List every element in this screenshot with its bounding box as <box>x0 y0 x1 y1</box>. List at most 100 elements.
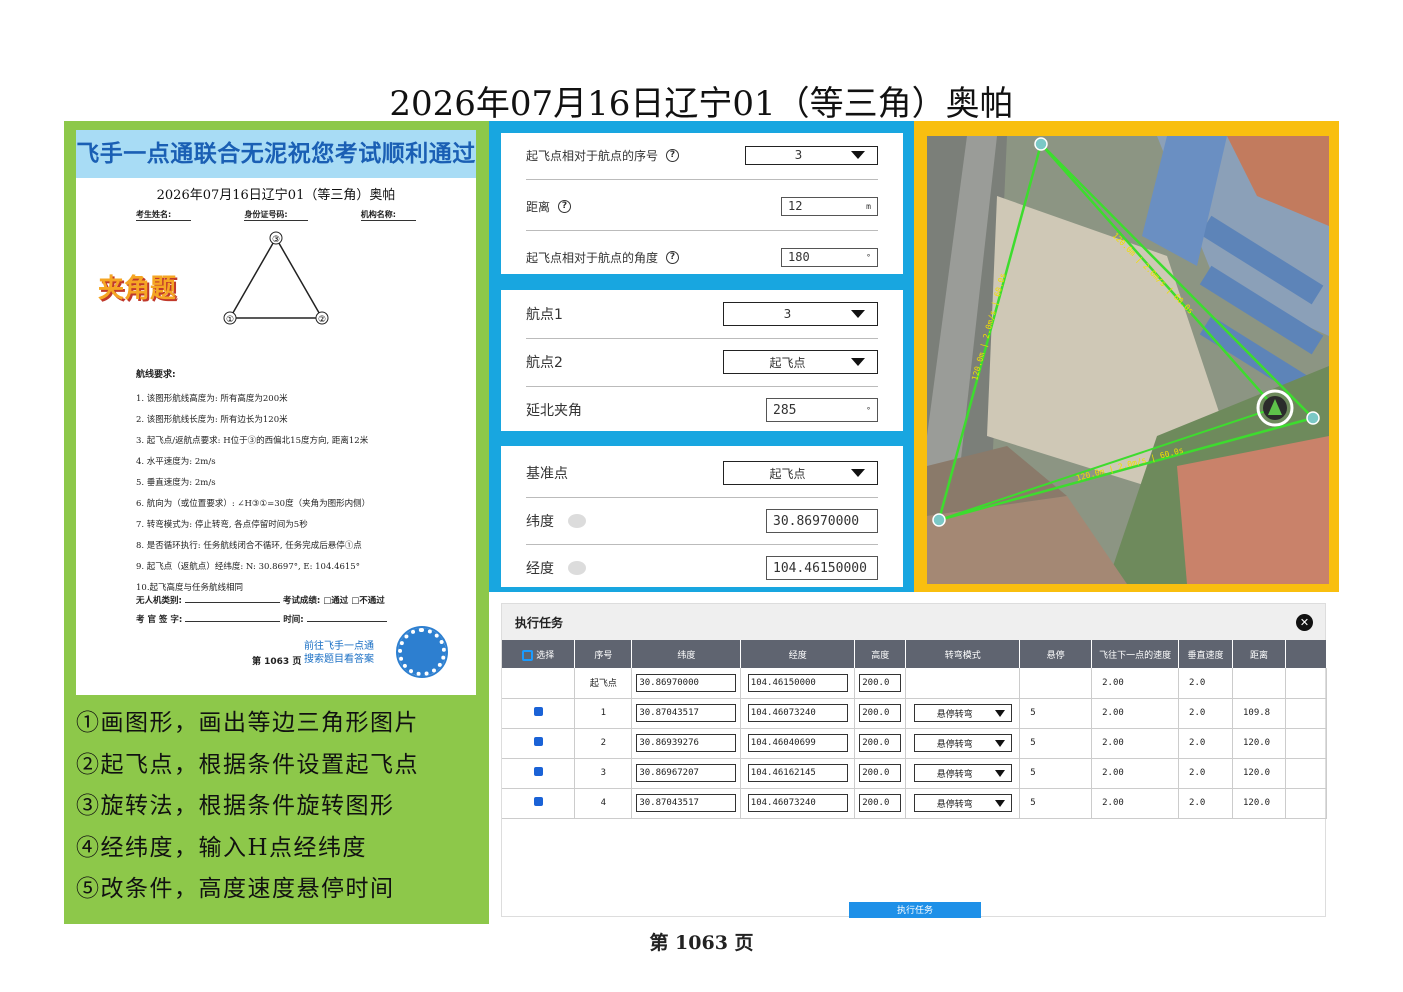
cell-dist <box>1232 668 1286 699</box>
waypoint-marker[interactable] <box>932 513 946 527</box>
base-value: 起飞点 <box>769 466 806 481</box>
execute-task-button[interactable]: 执行任务 <box>849 902 981 918</box>
lon-cell-input[interactable]: 104.46040699 <box>747 734 848 752</box>
requirement-item: 9. 起飞点（返航点）经纬度: N: 30.8697°, E: 104.4615… <box>136 562 360 572</box>
tri-label-2: ② <box>318 315 326 325</box>
cell-vspeed: 2.0 <box>1178 758 1233 789</box>
lat-label: 纬度 <box>526 514 554 530</box>
dialog-header: 执行任务 ✕ <box>502 604 1325 640</box>
field-id: 身份证号码: <box>244 209 308 221</box>
help-icon[interactable]: ? <box>666 148 680 162</box>
requirements-list: 1. 该图形航线高度为: 所有高度为200米 2. 该图形航线长度为: 所有边长… <box>136 389 466 599</box>
table-row: 2 30.86939276 104.46040699 200.0 悬停转弯 5 … <box>502 728 1328 759</box>
cell-vspeed: 2.0 <box>1178 788 1233 819</box>
chevron-down-icon <box>851 469 865 477</box>
help-icon[interactable]: ? <box>666 250 680 264</box>
requirement-item: 4. 水平速度为: 2m/s <box>136 457 216 467</box>
north-angle-unit: ° <box>866 405 871 415</box>
execute-task-dialog: 执行任务 ✕ 选择 序号 纬度 经度 高度 转弯模式 悬停 飞往下一点的速度 垂… <box>501 603 1328 918</box>
seq-value: 3 <box>794 148 803 162</box>
lat-cell-input[interactable]: 30.86970000 <box>636 673 737 692</box>
angle-input[interactable]: 180 ° <box>781 247 878 267</box>
exam-subtitle: 2026年07月16日辽宁01（等三角）奥帕 <box>156 188 396 203</box>
question-type-stamp: 夹角题 <box>98 274 177 304</box>
seq-label: 起飞点相对于航点的序号 <box>526 148 659 163</box>
select-all-checkbox[interactable] <box>522 649 534 661</box>
distance-input[interactable]: 12 m <box>781 196 878 216</box>
waypoint-marker[interactable] <box>1306 411 1320 425</box>
lat-cell-input[interactable]: 30.86967207 <box>636 764 737 782</box>
lat-input[interactable]: 30.86970000 <box>766 509 878 533</box>
waypoint-marker[interactable] <box>1034 137 1048 151</box>
row-checkbox[interactable] <box>533 767 543 776</box>
help-icon[interactable]: ? <box>558 199 572 213</box>
cell-dist: 109.8 <box>1232 698 1286 729</box>
examiner-sign-label: 考 官 签 字: <box>136 615 183 625</box>
turn-mode-select[interactable]: 悬停转弯 <box>913 704 1012 722</box>
exam-fields: 考生姓名: 身份证号码: 机构名称: <box>76 209 476 221</box>
north-angle-row: 延北夹角 285 ° <box>526 398 878 422</box>
alt-cell-input[interactable]: 200.0 <box>859 673 902 692</box>
north-angle-label: 延北夹角 <box>526 403 582 419</box>
turn-mode-select[interactable]: 悬停转弯 <box>913 794 1012 812</box>
exam-sheet: 飞手一点通联合无泥祝您考试顺利通过 2026年07月16日辽宁01（等三角）奥帕… <box>76 130 476 695</box>
table-row: 4 30.87043517 104.46073240 200.0 悬停转弯 5 … <box>502 788 1328 819</box>
map-canvas: 120.0m | 2.0m/s | 60.0s 120.0m | 2.0m/s … <box>927 136 1329 584</box>
requirement-item: 1. 该图形航线高度为: 所有高度为200米 <box>136 394 288 404</box>
lon-cell-input[interactable]: 104.46073240 <box>747 794 848 812</box>
col-dist: 距离 <box>1232 640 1286 668</box>
alt-cell-input[interactable]: 200.0 <box>859 764 902 782</box>
lat-cell-input[interactable]: 30.87043517 <box>636 794 737 812</box>
satellite-map[interactable]: 120.0m | 2.0m/s | 60.0s 120.0m | 2.0m/s … <box>927 136 1329 584</box>
lat-cell-input[interactable]: 30.87043517 <box>636 704 737 722</box>
seq-select[interactable]: 3 <box>745 145 878 165</box>
cell-speed: 2.00 <box>1091 758 1180 789</box>
north-angle-input[interactable]: 285 ° <box>766 398 878 422</box>
cell-vspeed: 2.0 <box>1178 698 1233 729</box>
base-point-card: 基准点 起飞点 纬度 30.86970000 经度 104.46150000 <box>501 446 903 587</box>
pin-icon[interactable] <box>568 561 586 575</box>
step-item: ②起飞点，根据条件设置起飞点 <box>76 751 419 778</box>
wp1-value: 3 <box>783 307 792 321</box>
turn-mode-select[interactable]: 悬停转弯 <box>913 764 1012 782</box>
lon-input[interactable]: 104.46150000 <box>766 556 878 580</box>
lat-row: 纬度 30.86970000 <box>526 509 878 533</box>
row-checkbox[interactable] <box>533 737 543 746</box>
col-seq: 序号 <box>574 640 633 668</box>
col-hover: 悬停 <box>1019 640 1093 668</box>
page-title: 2026年07月16日辽宁01（等三角）奥帕 <box>389 84 1014 124</box>
alt-cell-input[interactable]: 200.0 <box>859 704 902 722</box>
lon-cell-input[interactable]: 104.46162145 <box>747 764 848 782</box>
lat-cell-input[interactable]: 30.86939276 <box>636 734 737 752</box>
time-label: 时间: <box>283 615 304 625</box>
cell-hover: 5 <box>1019 788 1093 819</box>
cell-vspeed: 2.0 <box>1178 668 1233 699</box>
requirement-item: 3. 起飞点/返航点要求: H位于③的西偏北15度方向, 距离12米 <box>136 436 369 446</box>
row-checkbox[interactable] <box>533 707 543 716</box>
pin-icon[interactable] <box>568 514 586 528</box>
distance-unit: m <box>866 201 871 211</box>
wp2-label: 航点2 <box>526 355 563 371</box>
close-icon[interactable]: ✕ <box>1296 613 1313 631</box>
step-item: ①画图形，画出等边三角形图片 <box>76 710 419 736</box>
turn-mode-select[interactable]: 悬停转弯 <box>913 734 1012 752</box>
requirement-item: 5. 垂直速度为: 2m/s <box>136 478 216 488</box>
col-speed: 飞往下一点的速度 <box>1091 640 1180 668</box>
alt-cell-input[interactable]: 200.0 <box>859 794 902 812</box>
cell-dist: 120.0 <box>1232 758 1286 789</box>
lon-cell-input[interactable]: 104.46150000 <box>747 673 848 692</box>
requirements-heading: 航线要求: <box>136 370 176 380</box>
col-alt: 高度 <box>854 640 907 668</box>
row-checkbox[interactable] <box>533 797 543 806</box>
lon-cell-input[interactable]: 104.46073240 <box>747 704 848 722</box>
alt-cell-input[interactable]: 200.0 <box>859 734 902 752</box>
col-vspeed: 垂直速度 <box>1178 640 1233 668</box>
angle-row: 起飞点相对于航点的角度? 180 ° <box>526 245 878 269</box>
lon-value: 104.46150000 <box>773 560 867 576</box>
base-select[interactable]: 起飞点 <box>723 461 878 485</box>
angle-label: 起飞点相对于航点的角度 <box>526 250 659 265</box>
wp2-select[interactable]: 起飞点 <box>723 350 878 374</box>
col-select[interactable]: 选择 <box>502 640 576 668</box>
seq-row: 起飞点相对于航点的序号? 3 <box>526 143 878 167</box>
wp1-select[interactable]: 3 <box>723 302 878 326</box>
